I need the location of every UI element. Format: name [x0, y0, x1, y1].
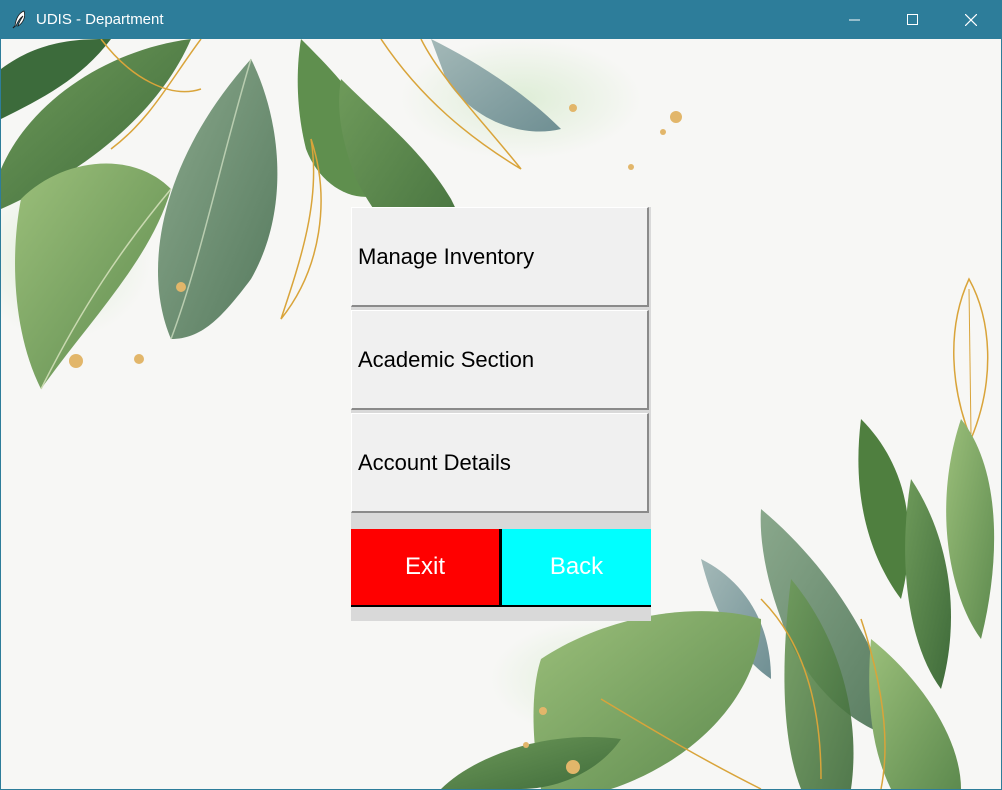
academic-section-button[interactable]: Academic Section: [351, 310, 649, 410]
maximize-icon: [907, 13, 918, 25]
maximize-button[interactable]: [884, 0, 942, 39]
close-button[interactable]: [942, 0, 1000, 39]
app-window: UDIS - Department Manage Inventory Acade…: [0, 0, 1002, 790]
action-button-row: Exit Back: [351, 529, 651, 607]
title-bar[interactable]: UDIS - Department: [0, 0, 1002, 39]
menu-panel: Manage Inventory Academic Section Accoun…: [351, 207, 651, 621]
exit-button[interactable]: Exit: [351, 529, 501, 607]
close-icon: [965, 13, 977, 26]
minimize-button[interactable]: [826, 0, 884, 39]
feather-icon: [12, 10, 26, 29]
account-details-button[interactable]: Account Details: [351, 413, 649, 513]
window-title: UDIS - Department: [36, 11, 164, 28]
minimize-icon: [849, 19, 860, 20]
client-area: Manage Inventory Academic Section Accoun…: [1, 39, 1001, 789]
back-button[interactable]: Back: [501, 529, 651, 607]
manage-inventory-button[interactable]: Manage Inventory: [351, 207, 649, 307]
